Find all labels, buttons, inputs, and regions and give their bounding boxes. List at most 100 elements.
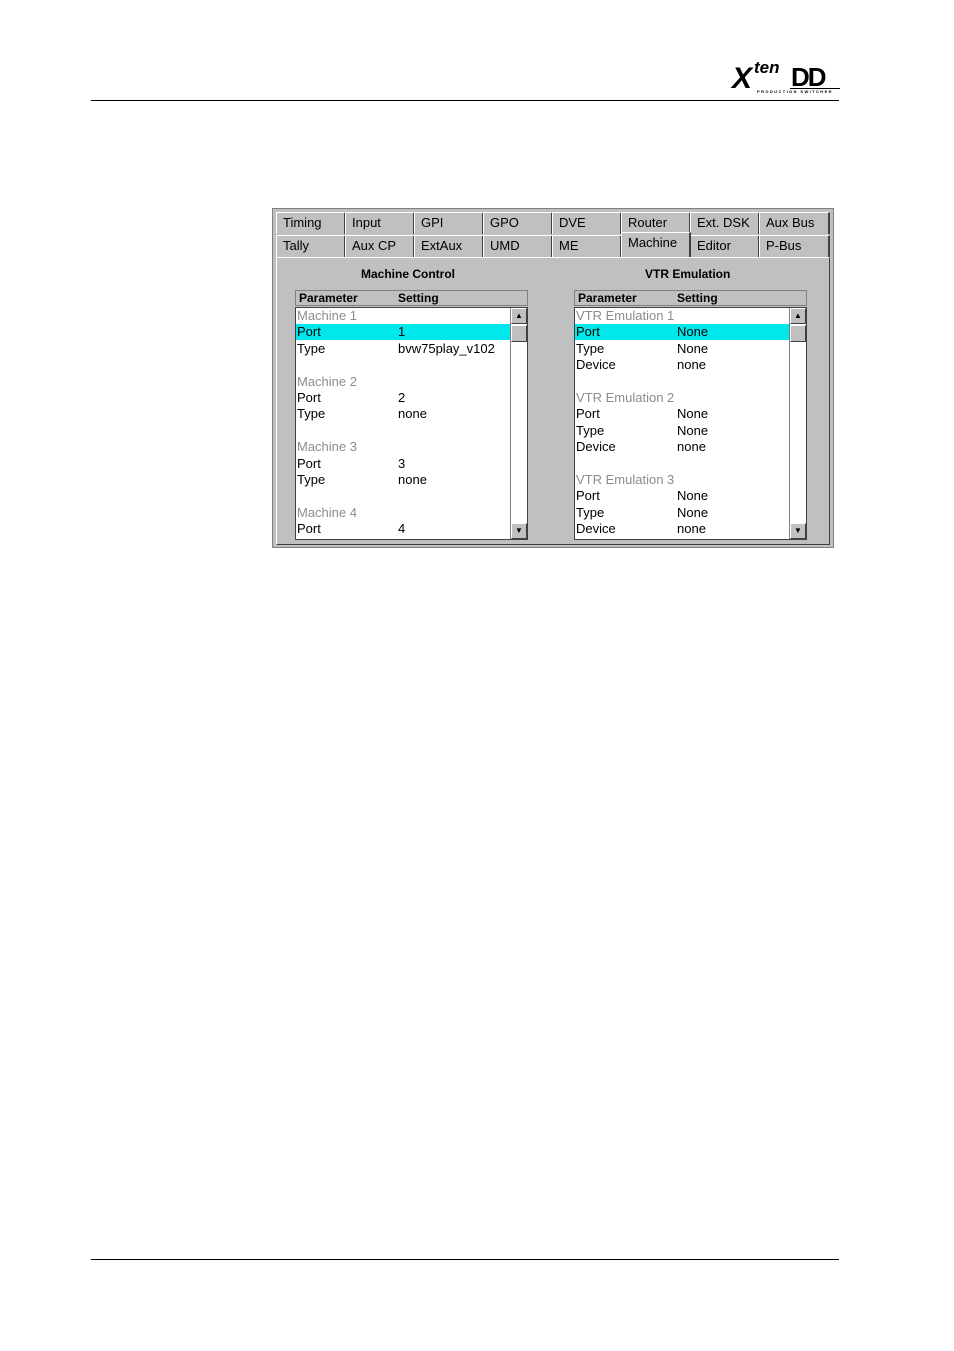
- parameter-cell: Machine 1: [297, 308, 357, 323]
- list-item[interactable]: Type None: [575, 505, 791, 521]
- group-header-row[interactable]: Machine 3: [296, 439, 512, 455]
- list-item[interactable]: Type bvw75play_v102: [296, 341, 512, 357]
- header-rule: [91, 100, 839, 101]
- parameter-cell: Port: [297, 521, 321, 537]
- parameter-cell: Port: [576, 324, 600, 340]
- setting-cell: 3: [398, 455, 406, 471]
- setting-cell: 4: [398, 521, 406, 537]
- column-parameter[interactable]: Parameter: [299, 291, 358, 305]
- tab-tally[interactable]: Tally: [276, 235, 346, 257]
- list-item[interactable]: Type None: [575, 423, 791, 439]
- column-setting[interactable]: Setting: [398, 291, 439, 305]
- list-item[interactable]: Port None: [575, 406, 791, 422]
- parameter-cell: Port: [297, 324, 321, 340]
- parameter-cell: Machine 4: [297, 504, 357, 520]
- list-item[interactable]: Port 1: [296, 324, 512, 341]
- parameter-cell: Machine 2: [297, 373, 357, 389]
- vtr-emulation-list[interactable]: VTR Emulation 1 Port None Type None Device non…: [574, 307, 807, 540]
- group-header-row[interactable]: Machine 2: [296, 374, 512, 390]
- tab-umd[interactable]: UMD: [483, 235, 553, 257]
- machine-control-title: Machine Control: [361, 267, 456, 281]
- setting-cell: none: [677, 357, 706, 373]
- tab-router[interactable]: Router: [621, 212, 691, 234]
- tab-p-bus[interactable]: P-Bus: [759, 235, 830, 257]
- setting-cell: none: [677, 521, 706, 537]
- parameter-cell: Type: [576, 340, 605, 356]
- scroll-thumb[interactable]: [790, 325, 806, 342]
- arrow-up-icon[interactable]: ▲: [511, 308, 527, 324]
- arrow-down-icon[interactable]: ▼: [790, 523, 806, 539]
- arrow-down-icon[interactable]: ▼: [511, 523, 527, 539]
- setting-cell: None: [677, 422, 709, 438]
- list-item[interactable]: Device none: [575, 439, 791, 455]
- tab-ext-dsk[interactable]: Ext. DSK: [690, 212, 760, 234]
- setting-cell: None: [677, 488, 709, 504]
- list-item[interactable]: Type None: [575, 341, 791, 357]
- tab-aux-bus[interactable]: Aux Bus: [759, 212, 830, 234]
- group-header-row[interactable]: VTR Emulation 1: [575, 308, 791, 324]
- setting-cell: none: [398, 406, 427, 422]
- tab-gpo[interactable]: GPO: [483, 212, 553, 234]
- parameter-cell: Port: [297, 455, 321, 471]
- list-item[interactable]: Type none: [296, 472, 512, 488]
- tab-gpi[interactable]: GPI: [414, 212, 484, 234]
- vtr-emulation-title: VTR Emulation: [645, 267, 731, 281]
- parameter-cell: VTR Emulation 2: [576, 390, 675, 405]
- parameter-cell: Device: [576, 521, 616, 537]
- list-item[interactable]: Port 3: [296, 456, 512, 472]
- list-item[interactable]: [575, 374, 791, 390]
- setting-cell: None: [677, 324, 709, 340]
- tab-dve[interactable]: DVE: [552, 212, 622, 234]
- group-header-row[interactable]: VTR Emulation 2: [575, 390, 791, 406]
- group-header-row[interactable]: Machine 1: [296, 308, 512, 324]
- tab-editor[interactable]: Editor: [690, 235, 760, 257]
- scroll-thumb[interactable]: [511, 325, 527, 342]
- setting-cell: 2: [398, 390, 406, 405]
- tab-input[interactable]: Input: [345, 212, 415, 234]
- list-item[interactable]: Port 4: [296, 521, 512, 537]
- list-item[interactable]: Port None: [575, 324, 791, 341]
- tab-me[interactable]: ME: [552, 235, 622, 257]
- parameter-cell: Device: [576, 439, 616, 455]
- list-item[interactable]: Port None: [575, 488, 791, 504]
- list-item[interactable]: Port 2: [296, 390, 512, 406]
- parameter-cell: Type: [297, 472, 326, 487]
- column-parameter[interactable]: Parameter: [578, 291, 637, 305]
- machine-control-header: Parameter Setting: [295, 290, 528, 306]
- list-item[interactable]: Device none: [575, 521, 791, 537]
- parameter-cell: VTR Emulation 3: [576, 472, 675, 487]
- footer-rule: [91, 1259, 839, 1260]
- machine-control-list[interactable]: Machine 1 Port 1 Type bvw75play_v102 Machine …: [295, 307, 528, 540]
- list-item[interactable]: [575, 456, 791, 472]
- parameter-cell: Type: [297, 406, 326, 422]
- list-item[interactable]: Device none: [575, 357, 791, 373]
- parameter-cell: Type: [297, 340, 326, 356]
- list-item[interactable]: [296, 357, 512, 373]
- parameter-cell: Port: [297, 390, 321, 405]
- tab-timing[interactable]: Timing: [276, 212, 346, 234]
- column-setting[interactable]: Setting: [677, 291, 718, 305]
- xten-dd-logo: X ten DD PRODUCTION SWITCHER: [732, 58, 842, 96]
- setting-cell: none: [677, 439, 706, 455]
- list-item[interactable]: [296, 488, 512, 504]
- parameter-cell: Port: [576, 488, 600, 504]
- machine-control-scrollbar[interactable]: ▲ ▼: [510, 308, 527, 539]
- parameter-cell: Port: [576, 406, 600, 422]
- tab-machine[interactable]: Machine: [621, 232, 691, 257]
- parameter-cell: Type: [576, 422, 605, 438]
- group-header-row[interactable]: VTR Emulation 3: [575, 472, 791, 488]
- vtr-emulation-scrollbar[interactable]: ▲ ▼: [789, 308, 806, 539]
- machine-settings-dialog: Timing Input GPI GPO DVE Router Ext. DSK Aux Bu…: [272, 208, 834, 548]
- setting-cell: None: [677, 504, 709, 520]
- list-item[interactable]: [296, 423, 512, 439]
- vtr-emulation-header: Parameter Setting: [574, 290, 807, 306]
- group-header-row[interactable]: Machine 4: [296, 505, 512, 521]
- arrow-up-icon[interactable]: ▲: [790, 308, 806, 324]
- parameter-cell: Device: [576, 357, 616, 373]
- tab-extaux[interactable]: ExtAux: [414, 235, 484, 257]
- list-item[interactable]: Type none: [296, 406, 512, 422]
- setting-cell: 1: [398, 324, 406, 340]
- setting-cell: None: [677, 406, 709, 422]
- parameter-cell: Machine 3: [297, 439, 357, 455]
- tab-aux-cp[interactable]: Aux CP: [345, 235, 415, 257]
